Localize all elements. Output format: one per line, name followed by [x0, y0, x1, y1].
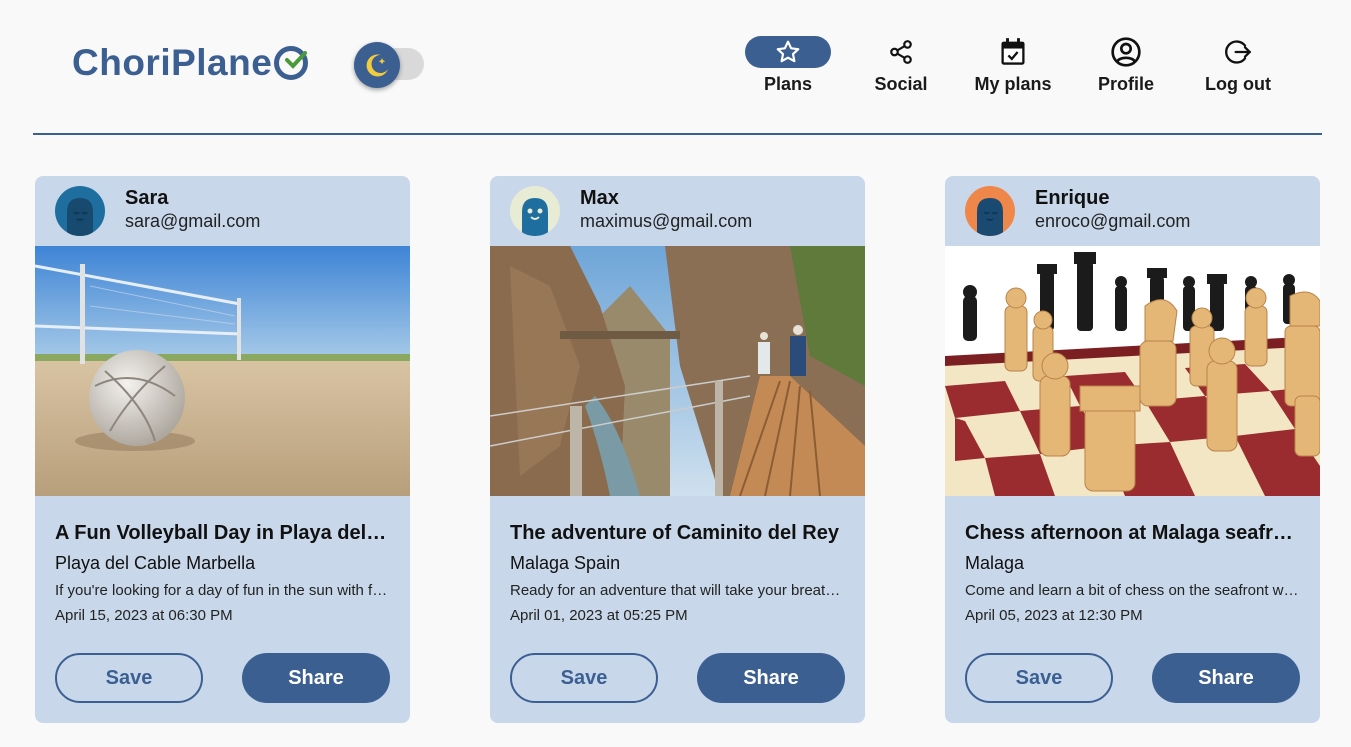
nav-my-plans-label: My plans — [974, 74, 1052, 94]
plan-title: The adventure of Caminito del Rey — [510, 522, 839, 544]
nav-social[interactable]: Social — [846, 36, 956, 95]
nav-logout-label: Log out — [1205, 74, 1271, 94]
nav-profile[interactable]: Profile — [1071, 36, 1181, 95]
plan-location: Playa del Cable Marbella — [55, 553, 256, 573]
plan-description: If you're looking for a day of fun in th… — [55, 582, 390, 599]
plan-date: April 05, 2023 at 12:30 PM — [965, 607, 1143, 624]
user-email: sara@gmail.com — [125, 211, 261, 231]
plan-description: Come and learn a bit of chess on the sea… — [965, 582, 1300, 599]
plan-image-volleyball[interactable] — [35, 246, 410, 496]
logout-icon — [1195, 36, 1281, 68]
avatar[interactable] — [55, 186, 105, 236]
user-email: maximus@gmail.com — [580, 211, 753, 231]
nav-logout[interactable]: Log out — [1183, 36, 1293, 95]
user-email: enroco@gmail.com — [1035, 211, 1191, 231]
plan-card[interactable]: Enrique enroco@gmail.com Chess afternoon… — [945, 176, 1320, 723]
plan-location: Malaga — [965, 553, 1025, 573]
moon-icon — [354, 42, 400, 88]
card-header: Max maximus@gmail.com — [490, 176, 865, 246]
avatar[interactable] — [510, 186, 560, 236]
star-icon — [745, 36, 831, 68]
nav-profile-label: Profile — [1097, 74, 1154, 94]
plan-card[interactable]: Max maximus@gmail.com The adventure of C… — [490, 176, 865, 723]
app-logo[interactable]: ChoriPlane — [72, 42, 309, 84]
user-name: Max — [580, 187, 619, 209]
plan-image-caminito[interactable] — [490, 246, 865, 496]
header-divider — [33, 133, 1322, 135]
plan-date: April 15, 2023 at 06:30 PM — [55, 607, 233, 624]
plan-image-chess[interactable] — [945, 246, 1320, 496]
user-name: Enrique — [1035, 187, 1110, 209]
plan-card[interactable]: Sara sara@gmail.com A Fun Volleyball Day… — [35, 176, 410, 723]
user-circle-icon — [1083, 36, 1169, 68]
plan-location: Malaga Spain — [510, 553, 621, 573]
avatar[interactable] — [965, 186, 1015, 236]
nav-my-plans[interactable]: My plans — [958, 36, 1068, 95]
share-button[interactable]: Share — [242, 653, 390, 703]
calendar-check-icon — [970, 36, 1056, 68]
nav-plans[interactable]: Plans — [733, 36, 843, 95]
app-logo-text: ChoriPlane — [72, 42, 273, 83]
nav-plans-label: Plans — [763, 74, 813, 94]
save-button[interactable]: Save — [510, 653, 658, 703]
save-button[interactable]: Save — [965, 653, 1113, 703]
nav-social-label: Social — [874, 74, 928, 94]
theme-toggle[interactable] — [354, 42, 424, 88]
plan-title: A Fun Volleyball Day in Playa del Cable … — [55, 522, 390, 544]
plan-date: April 01, 2023 at 05:25 PM — [510, 607, 688, 624]
user-name: Sara — [125, 187, 169, 209]
card-header: Enrique enroco@gmail.com — [945, 176, 1320, 246]
share-nodes-icon — [858, 36, 944, 68]
save-button[interactable]: Save — [55, 653, 203, 703]
logo-o-check-icon — [274, 46, 309, 80]
plan-description: Ready for an adventure that will take yo… — [510, 582, 845, 599]
card-header: Sara sara@gmail.com — [35, 176, 410, 246]
share-button[interactable]: Share — [1152, 653, 1300, 703]
plan-title: Chess afternoon at Malaga seafront — [965, 522, 1300, 544]
share-button[interactable]: Share — [697, 653, 845, 703]
